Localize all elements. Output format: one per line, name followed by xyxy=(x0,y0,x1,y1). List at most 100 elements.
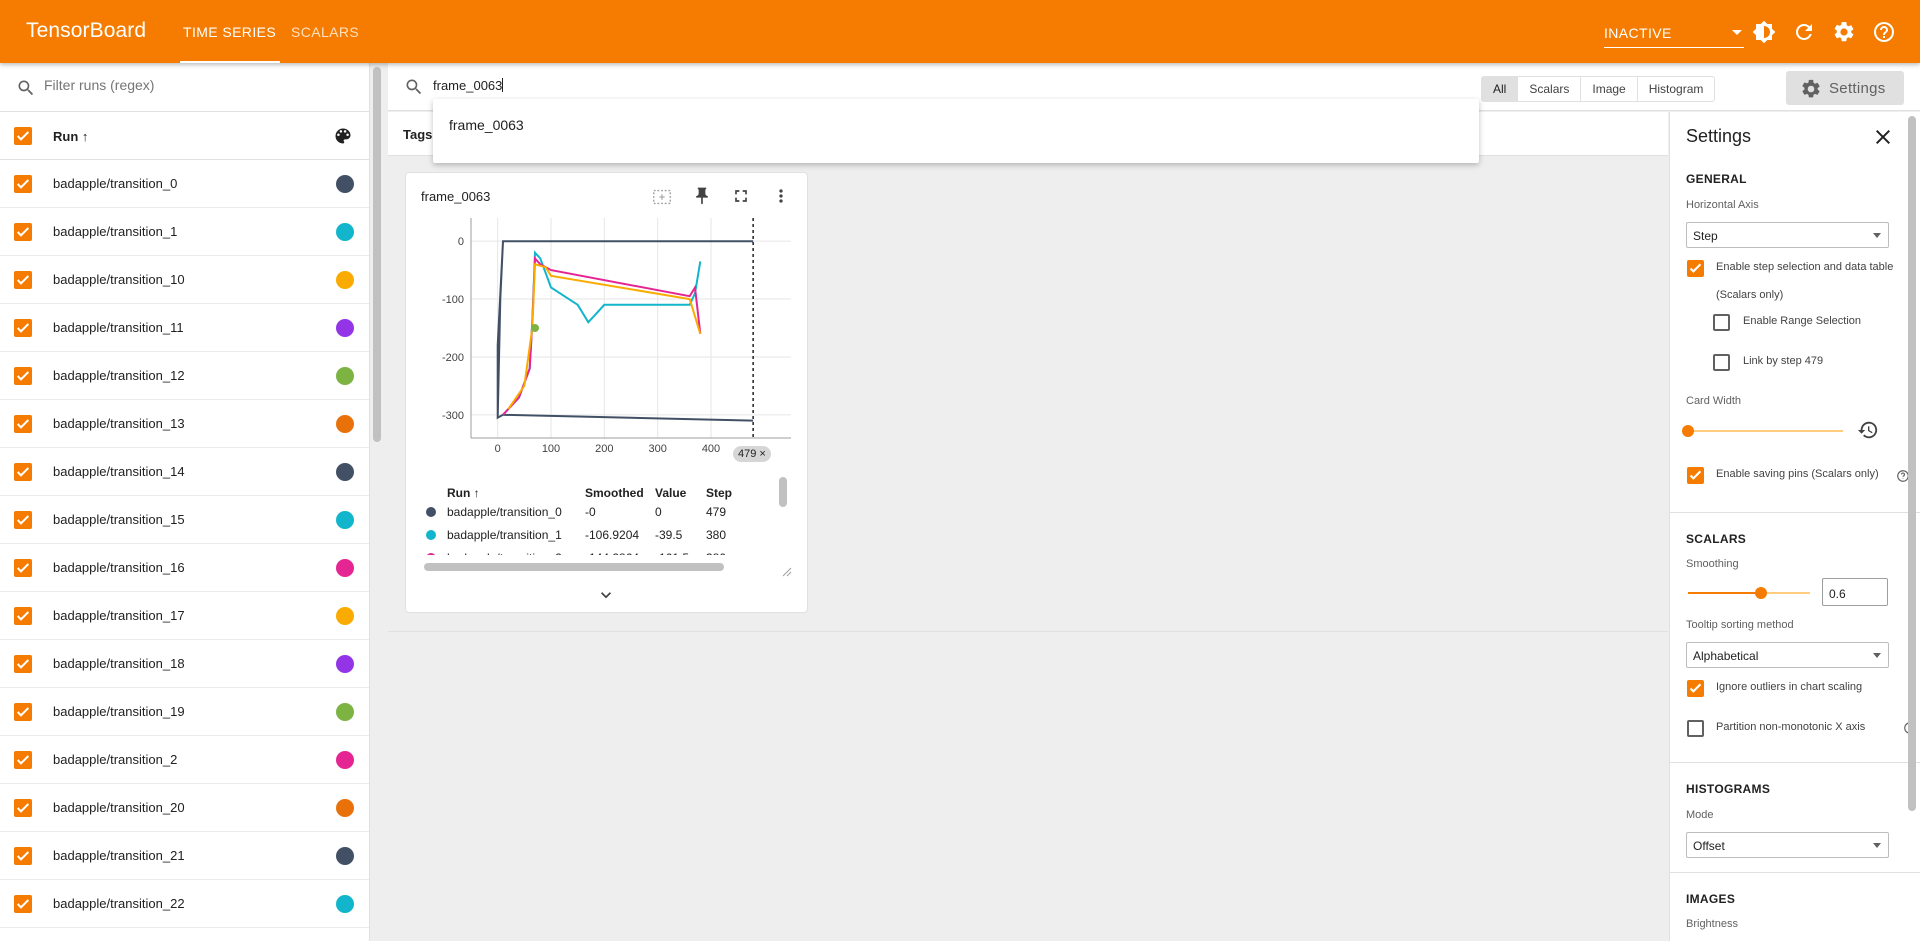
selected-step-chip[interactable]: 479 × xyxy=(733,446,771,462)
tooltip-sort-select[interactable]: Alphabetical xyxy=(1686,642,1889,668)
run-color-swatch[interactable] xyxy=(336,895,354,913)
run-color-swatch[interactable] xyxy=(336,655,354,673)
run-checkbox[interactable] xyxy=(14,511,32,529)
histogram-mode-select[interactable]: Offset xyxy=(1686,832,1889,858)
line-chart[interactable]: 0 100 200 300 400 0 -100 -200 -300 xyxy=(406,213,806,453)
run-row[interactable]: badapple/transition_12 xyxy=(0,352,369,400)
run-color-swatch[interactable] xyxy=(336,463,354,481)
run-row[interactable]: badapple/transition_14 xyxy=(0,448,369,496)
run-color-swatch[interactable] xyxy=(336,367,354,385)
run-row[interactable]: badapple/transition_2 xyxy=(0,736,369,784)
run-checkbox[interactable] xyxy=(14,319,32,337)
group-divider xyxy=(388,631,1668,632)
run-color-swatch[interactable] xyxy=(336,799,354,817)
smoothing-input[interactable]: 0.6 xyxy=(1822,578,1888,606)
range-selection-checkbox[interactable] xyxy=(1713,314,1730,331)
close-icon[interactable] xyxy=(1871,125,1895,149)
col-run[interactable]: Run ↑ xyxy=(447,486,480,500)
run-sort-header[interactable]: Run ↑ xyxy=(53,129,88,144)
partition-x-checkbox[interactable] xyxy=(1687,720,1704,737)
smoothing-slider-thumb[interactable] xyxy=(1755,587,1768,599)
run-row[interactable]: badapple/transition_13 xyxy=(0,400,369,448)
run-checkbox[interactable] xyxy=(14,559,32,577)
run-row[interactable]: badapple/transition_19 xyxy=(0,688,369,736)
check-icon xyxy=(16,275,30,285)
tag-filter-input[interactable]: frame_0063 xyxy=(433,78,504,93)
run-row[interactable]: badapple/transition_22 xyxy=(0,880,369,928)
saving-pins-checkbox[interactable] xyxy=(1687,467,1704,484)
run-name: badapple/transition_12 xyxy=(53,368,185,383)
ignore-outliers-checkbox[interactable] xyxy=(1687,680,1704,697)
run-color-swatch[interactable] xyxy=(336,703,354,721)
run-row[interactable]: badapple/transition_11 xyxy=(0,304,369,352)
run-color-swatch[interactable] xyxy=(336,319,354,337)
run-checkbox[interactable] xyxy=(14,607,32,625)
run-color-swatch[interactable] xyxy=(336,271,354,289)
run-checkbox[interactable] xyxy=(14,799,32,817)
col-value[interactable]: Value xyxy=(655,486,686,500)
run-checkbox[interactable] xyxy=(14,847,32,865)
run-color-swatch[interactable] xyxy=(336,607,354,625)
run-color-swatch[interactable] xyxy=(336,415,354,433)
run-row[interactable]: badapple/transition_10 xyxy=(0,256,369,304)
run-row[interactable]: badapple/transition_17 xyxy=(0,592,369,640)
fullscreen-icon[interactable] xyxy=(731,186,751,206)
run-row[interactable]: badapple/transition_0 xyxy=(0,160,369,208)
runs-scrollbar[interactable] xyxy=(373,67,381,442)
help-icon[interactable] xyxy=(1872,20,1896,44)
autocomplete-option[interactable]: frame_0063 xyxy=(449,117,524,133)
fit-domain-icon[interactable] xyxy=(651,186,673,208)
brightness-icon[interactable] xyxy=(1752,20,1776,44)
settings-icon[interactable] xyxy=(1832,20,1856,44)
run-row[interactable]: badapple/transition_16 xyxy=(0,544,369,592)
settings-scrollbar[interactable] xyxy=(1908,116,1916,811)
run-color-swatch[interactable] xyxy=(336,751,354,769)
run-color-swatch[interactable] xyxy=(336,559,354,577)
expand-more-icon[interactable] xyxy=(596,585,616,605)
col-step[interactable]: Step xyxy=(706,486,732,500)
refresh-icon[interactable] xyxy=(1792,20,1816,44)
col-smoothed[interactable]: Smoothed xyxy=(585,486,644,500)
run-checkbox[interactable] xyxy=(14,415,32,433)
run-row[interactable]: badapple/transition_21 xyxy=(0,832,369,880)
filter-image[interactable]: Image xyxy=(1581,77,1638,101)
run-checkbox[interactable] xyxy=(14,271,32,289)
run-row[interactable]: badapple/transition_1 xyxy=(0,208,369,256)
table-vertical-scrollbar[interactable] xyxy=(779,477,787,507)
run-checkbox[interactable] xyxy=(14,367,32,385)
run-checkbox[interactable] xyxy=(14,223,32,241)
card-width-slider-track[interactable] xyxy=(1688,430,1843,432)
run-color-swatch[interactable] xyxy=(336,223,354,241)
resize-handle-icon[interactable] xyxy=(782,567,792,577)
run-row[interactable]: badapple/transition_20 xyxy=(0,784,369,832)
tab-scalars[interactable]: SCALARS xyxy=(291,24,359,40)
settings-toggle-button[interactable]: Settings xyxy=(1786,71,1904,105)
run-checkbox[interactable] xyxy=(14,703,32,721)
tab-time-series[interactable]: TIME SERIES xyxy=(183,24,276,40)
pin-icon[interactable] xyxy=(692,186,712,206)
reload-status-select[interactable]: INACTIVE xyxy=(1604,16,1744,48)
run-checkbox[interactable] xyxy=(14,895,32,913)
run-color-swatch[interactable] xyxy=(336,175,354,193)
link-by-step-checkbox[interactable] xyxy=(1713,354,1730,371)
run-color-swatch[interactable] xyxy=(336,847,354,865)
reset-icon[interactable] xyxy=(1857,419,1879,441)
card-width-slider-thumb[interactable] xyxy=(1682,425,1694,437)
run-row[interactable]: badapple/transition_15 xyxy=(0,496,369,544)
filter-all[interactable]: All xyxy=(1482,77,1519,101)
run-color-swatch[interactable] xyxy=(336,511,354,529)
run-checkbox[interactable] xyxy=(14,655,32,673)
run-checkbox[interactable] xyxy=(14,463,32,481)
runs-filter-input[interactable] xyxy=(44,77,344,93)
filter-histogram[interactable]: Histogram xyxy=(1638,77,1715,101)
run-checkbox[interactable] xyxy=(14,751,32,769)
run-row[interactable]: badapple/transition_18 xyxy=(0,640,369,688)
select-all-checkbox[interactable] xyxy=(14,127,32,145)
palette-icon[interactable] xyxy=(333,126,353,146)
more-vert-icon[interactable] xyxy=(771,186,791,206)
step-selection-checkbox[interactable] xyxy=(1687,260,1704,277)
table-horizontal-scrollbar[interactable] xyxy=(424,563,724,571)
run-checkbox[interactable] xyxy=(14,175,32,193)
horizontal-axis-select[interactable]: Step xyxy=(1686,222,1889,248)
filter-scalars[interactable]: Scalars xyxy=(1518,77,1582,101)
